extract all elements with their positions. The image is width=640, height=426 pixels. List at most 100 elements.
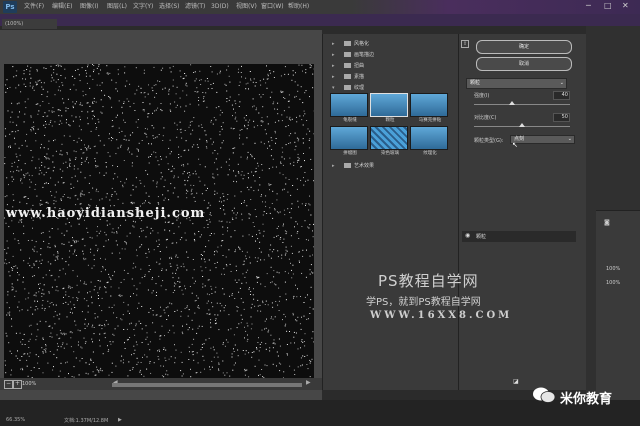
noise-speck: [196, 295, 198, 297]
menu-view[interactable]: 视图(V): [236, 2, 257, 12]
noise-speck: [182, 164, 184, 165]
scroll-right-icon[interactable]: ▶: [306, 379, 311, 386]
zoom-out-button[interactable]: −: [4, 380, 13, 389]
noise-speck: [206, 78, 208, 79]
status-menu-arrow-icon[interactable]: ▶: [118, 417, 122, 423]
noise-speck: [142, 109, 144, 111]
opacity-value[interactable]: 100%: [606, 266, 620, 272]
menu-filter[interactable]: 滤镜(T): [185, 2, 205, 12]
noise-speck: [53, 203, 55, 205]
folder-sketch[interactable]: ▸ 素描: [332, 73, 364, 82]
close-button[interactable]: ✕: [622, 1, 629, 10]
noise-speck: [157, 246, 159, 247]
intensity-slider[interactable]: [474, 104, 570, 105]
noise-speck: [86, 156, 88, 158]
new-effect-layer-icon[interactable]: ◪: [513, 378, 519, 385]
intensity-input[interactable]: 40: [553, 91, 570, 100]
camera-icon[interactable]: ◙: [604, 219, 610, 226]
noise-speck: [142, 203, 144, 205]
noise-speck: [308, 227, 310, 229]
thumb-texturizer[interactable]: 纹理化: [410, 126, 450, 156]
noise-speck: [304, 113, 306, 115]
horizontal-scrollbar[interactable]: [112, 383, 302, 387]
noise-speck: [95, 165, 97, 166]
zoom-level[interactable]: 100%: [22, 381, 36, 387]
noise-speck: [197, 306, 199, 308]
noise-speck: [309, 64, 311, 66]
contrast-slider-knob[interactable]: [519, 123, 525, 127]
noise-speck: [30, 129, 32, 130]
thumb-patchwork[interactable]: 拼缀图: [330, 126, 370, 156]
noise-speck: [296, 116, 297, 118]
noise-speck: [227, 329, 229, 331]
menu-window[interactable]: 窗口(W): [261, 2, 284, 12]
thumb-grain[interactable]: 颗粒: [370, 93, 410, 123]
noise-speck: [101, 198, 103, 200]
noise-speck: [242, 264, 244, 266]
noise-speck: [157, 356, 159, 357]
eye-visibility-icon[interactable]: ◉: [465, 232, 470, 239]
noise-speck: [73, 240, 75, 242]
menu-edit[interactable]: 编辑(E): [52, 2, 72, 12]
fill-value[interactable]: 100%: [606, 280, 620, 286]
noise-speck: [204, 166, 206, 168]
ok-button[interactable]: 确定: [476, 40, 572, 54]
noise-speck: [216, 251, 218, 253]
noise-speck: [285, 299, 287, 301]
effect-layer-row[interactable]: ◉ 颗粒: [462, 231, 576, 242]
noise-speck: [25, 298, 27, 300]
noise-speck: [48, 325, 50, 327]
noise-speck: [154, 110, 156, 112]
folder-brush-strokes[interactable]: ▸ 画笔描边: [332, 51, 374, 60]
noise-speck: [288, 106, 290, 108]
menu-layer[interactable]: 图层(L): [107, 2, 127, 12]
folder-artistic[interactable]: ▸ 艺术效果: [332, 162, 374, 171]
noise-speck: [264, 328, 265, 330]
noise-speck: [76, 284, 78, 286]
folder-stylize[interactable]: ▸ 风格化: [332, 40, 369, 49]
noise-speck: [173, 168, 175, 170]
noise-speck: [237, 163, 239, 165]
grain-type-label: 颗粒类型(G):: [474, 138, 504, 144]
noise-speck: [241, 65, 242, 67]
thumb-mosaic-tiles[interactable]: 马赛克拼贴: [410, 93, 450, 123]
collapse-gallery-icon[interactable]: ⇧: [461, 40, 469, 48]
grain-type-select[interactable]: 点刻 ⌄: [510, 135, 575, 144]
noise-speck: [36, 69, 38, 70]
noise-speck: [274, 343, 276, 345]
thumb-craquelure[interactable]: 龟裂缝: [330, 93, 370, 123]
folder-texture[interactable]: ▾ 纹理: [332, 84, 364, 93]
menu-3d[interactable]: 3D(D): [211, 2, 229, 12]
maximize-button[interactable]: □: [604, 1, 612, 10]
noise-speck: [41, 304, 43, 306]
minimize-button[interactable]: ─: [586, 1, 591, 10]
noise-speck: [115, 240, 117, 242]
menu-type[interactable]: 文字(Y): [133, 2, 153, 12]
effect-layer-label: 颗粒: [476, 234, 487, 240]
noise-speck: [181, 361, 183, 363]
menu-image[interactable]: 图像(I): [80, 2, 98, 12]
cancel-button[interactable]: 取消: [476, 57, 572, 71]
noise-speck: [152, 180, 154, 182]
noise-speck: [70, 188, 72, 189]
menu-help[interactable]: 帮助(H): [288, 2, 309, 12]
thumb-stained-glass[interactable]: 染色玻璃: [370, 126, 410, 156]
noise-speck: [122, 362, 124, 364]
folder-distort[interactable]: ▸ 扭曲: [332, 62, 364, 71]
document-tab[interactable]: (100%): [2, 19, 57, 29]
zoom-in-button[interactable]: +: [13, 380, 22, 389]
noise-speck: [216, 261, 218, 263]
menu-file[interactable]: 文件(F): [24, 2, 44, 12]
menu-select[interactable]: 选择(S): [159, 2, 180, 12]
noise-speck: [233, 364, 235, 366]
noise-speck: [149, 156, 151, 157]
noise-speck: [312, 230, 313, 232]
filter-select[interactable]: 颗粒 ⌄: [466, 78, 567, 89]
intensity-slider-knob[interactable]: [509, 101, 516, 105]
noise-speck: [237, 355, 239, 357]
contrast-input[interactable]: 50: [553, 113, 570, 122]
noise-speck: [234, 230, 236, 232]
noise-speck: [92, 101, 93, 103]
thumbnail-image: [370, 93, 408, 117]
noise-speck: [235, 175, 237, 177]
